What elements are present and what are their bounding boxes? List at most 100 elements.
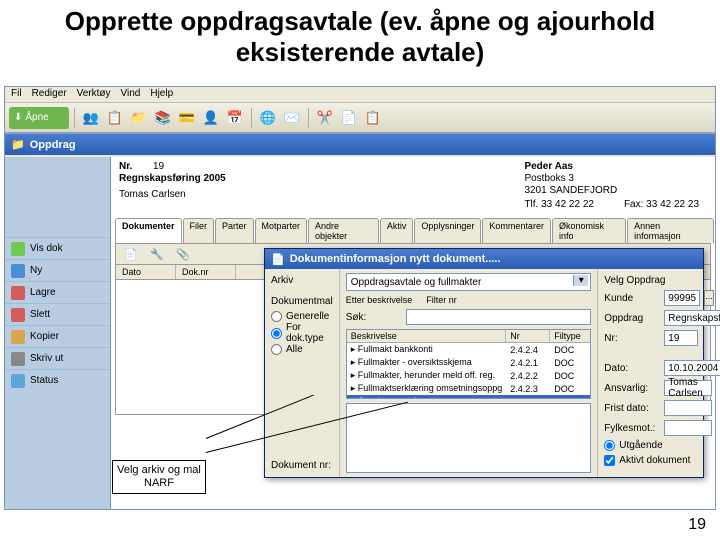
globe-icon[interactable]: 🌐 (257, 107, 279, 129)
filter-etter-label: Etter beskrivelse (346, 295, 413, 305)
books-icon[interactable]: 📚 (152, 107, 174, 129)
menu-verktoy[interactable]: Verktøy (77, 88, 111, 101)
tool-icon[interactable]: 🔧 (146, 243, 168, 265)
oppdrag-nr-input[interactable]: 19 (664, 330, 698, 346)
folder-icon[interactable]: 📁 (128, 107, 150, 129)
fax-label: Fax: (624, 199, 643, 210)
template-row[interactable]: ▸ Fullmakter, herunder meld off. reg.2.4… (347, 369, 591, 382)
document-info-dialog: 📄 Dokumentinformasjon nytt dokument.....… (264, 248, 704, 478)
menu-vind[interactable]: Vind (121, 88, 141, 101)
page-number: 19 (688, 516, 706, 534)
tab-kommentarer[interactable]: Kommentarer (482, 218, 551, 243)
menu-hjelp[interactable]: Hjelp (150, 88, 173, 101)
arkiv-label: Arkiv (271, 275, 333, 286)
tab-aktiv[interactable]: Aktiv (380, 218, 414, 243)
dato-input[interactable]: 10.10.2004 (664, 360, 720, 376)
tel-label: Tlf. (524, 199, 538, 210)
tab-okonomisk[interactable]: Økonomisk info (552, 218, 626, 243)
tab-dokumenter[interactable]: Dokumenter (115, 218, 182, 243)
sidebar-item-ny[interactable]: Ny (5, 259, 110, 281)
main-toolbar: ⬇ Åpne 👥 📋 📁 📚 💳 👤 📅 🌐 ✉️ ✂️ 📄 📋 (5, 103, 715, 133)
oppdrag-titlebar: 📁 Oppdrag (5, 133, 715, 155)
radio-alle[interactable]: Alle (271, 344, 333, 355)
person-icon[interactable]: 👤 (200, 107, 222, 129)
oppdrag-input[interactable]: Regnskapsf (664, 310, 720, 326)
tab-motparter[interactable]: Motparter (255, 218, 308, 243)
kunde-input[interactable]: 99995 (664, 290, 700, 306)
tab-andre[interactable]: Andre objekter (308, 218, 379, 243)
chk-aktiv-dokument[interactable]: Aktivt dokument (604, 455, 712, 466)
col-dato[interactable]: Dato (116, 265, 176, 279)
sidebar-item-slett[interactable]: Slett (5, 303, 110, 325)
cut-icon[interactable]: ✂️ (314, 107, 336, 129)
sidebar-item-visdok[interactable]: Vis dok (5, 237, 110, 259)
tabs: Dokumenter Filer Parter Motparter Andre … (115, 218, 715, 243)
sidebar: Vis dok Ny Lagre Slett Kopier Skriv ut S… (5, 157, 111, 509)
responsible: Tomas Carlsen (119, 189, 226, 200)
callout-box: Velg arkiv og mal NARF (112, 460, 206, 494)
frist-label: Frist dato: (604, 403, 660, 414)
docnr-label: Dokument nr: (271, 460, 333, 471)
tab-annen[interactable]: Annen informasjon (627, 218, 714, 243)
tab-parter[interactable]: Parter (215, 218, 254, 243)
folder-icon: 📁 (11, 138, 25, 151)
sidebar-item-skrivut[interactable]: Skriv ut (5, 347, 110, 369)
card-icon[interactable]: 💳 (176, 107, 198, 129)
calendar-icon[interactable]: 📅 (224, 107, 246, 129)
tel-value: 33 42 22 22 (541, 199, 594, 210)
col-doknr[interactable]: Dok.nr (176, 265, 236, 279)
template-row[interactable]: ▸ Fullmakt bankkonti2.4.2.4DOC (347, 343, 591, 356)
tab-opplysninger[interactable]: Opplysninger (414, 218, 481, 243)
open-button[interactable]: ⬇ Åpne (9, 107, 69, 129)
kunde-label: Kunde (604, 293, 660, 304)
sidebar-item-lagre[interactable]: Lagre (5, 281, 110, 303)
filter-nr-label: Filter nr (426, 295, 457, 305)
client-name: Peder Aas (524, 161, 573, 172)
dialog-title: Dokumentinformasjon nytt dokument..... (290, 253, 501, 265)
template-list[interactable]: Beskrivelse Nr Filtype ▸ Fullmakt bankko… (346, 329, 592, 399)
user-icon[interactable]: 👥 (80, 107, 102, 129)
dialog-titlebar: 📄 Dokumentinformasjon nytt dokument..... (265, 249, 703, 269)
menu-fil[interactable]: Fil (11, 88, 22, 101)
sidebar-item-kopier[interactable]: Kopier (5, 325, 110, 347)
fylkesmot-input[interactable] (664, 420, 712, 436)
col-filtype[interactable]: Filtype (550, 330, 590, 342)
radio-utgaaende[interactable]: Utgående (604, 440, 712, 451)
col-beskrivelse[interactable]: Beskrivelse (347, 330, 507, 342)
sok-label: Søk: (346, 312, 402, 323)
nr-value: 19 (153, 161, 164, 172)
template-row[interactable]: ▸ Oppdragsavtale2.4.1.1DOC (347, 395, 591, 399)
kunde-lookup-button[interactable]: ... (704, 290, 714, 306)
mal-label: Dokumentmal (271, 296, 333, 307)
tab-filer[interactable]: Filer (183, 218, 215, 243)
slide-title: Opprette oppdragsavtale (ev. åpne og ajo… (0, 0, 720, 72)
sidebar-item-status[interactable]: Status (5, 369, 110, 391)
fylkesmot-label: Fylkesmot.: (604, 423, 660, 434)
frist-input[interactable] (664, 400, 712, 416)
sok-input[interactable] (406, 309, 592, 325)
new-doc-icon[interactable]: 📄 (120, 243, 142, 265)
paste-icon[interactable]: 📋 (362, 107, 384, 129)
docnr-input[interactable] (346, 403, 592, 473)
ansvarlig-input[interactable]: Tomas Carlsen (664, 380, 712, 396)
doc-icon: 📄 (271, 253, 285, 266)
client-addr2: 3201 SANDEFJORD (524, 185, 699, 196)
mail-icon[interactable]: ✉️ (281, 107, 303, 129)
fax-value: 33 42 22 23 (646, 199, 699, 210)
arkiv-select[interactable]: Oppdragsavtale og fullmakter (346, 273, 592, 291)
copy-icon[interactable]: 📄 (338, 107, 360, 129)
radio-generelle[interactable]: Generelle (271, 311, 333, 322)
radio-for-doktype[interactable]: For dok.type (271, 322, 333, 344)
client-addr1: Postboks 3 (524, 173, 699, 184)
nr-label: Nr. (119, 161, 141, 172)
template-row[interactable]: ▸ Fullmakter - oversiktsskjema2.4.2.1DOC (347, 356, 591, 369)
velg-oppdrag-label: Velg Oppdrag (604, 275, 712, 286)
menubar: Fil Rediger Verktøy Vind Hjelp (5, 87, 715, 103)
tool2-icon[interactable]: 📎 (172, 243, 194, 265)
props-icon[interactable]: 📋 (104, 107, 126, 129)
window-title: Oppdrag (30, 139, 76, 151)
col-nr[interactable]: Nr (506, 330, 550, 342)
template-row[interactable]: ▸ Fullmaktserklæring omsetningsoppg2.4.2… (347, 382, 591, 395)
ansvarlig-label: Ansvarlig: (604, 383, 660, 394)
menu-rediger[interactable]: Rediger (32, 88, 67, 101)
